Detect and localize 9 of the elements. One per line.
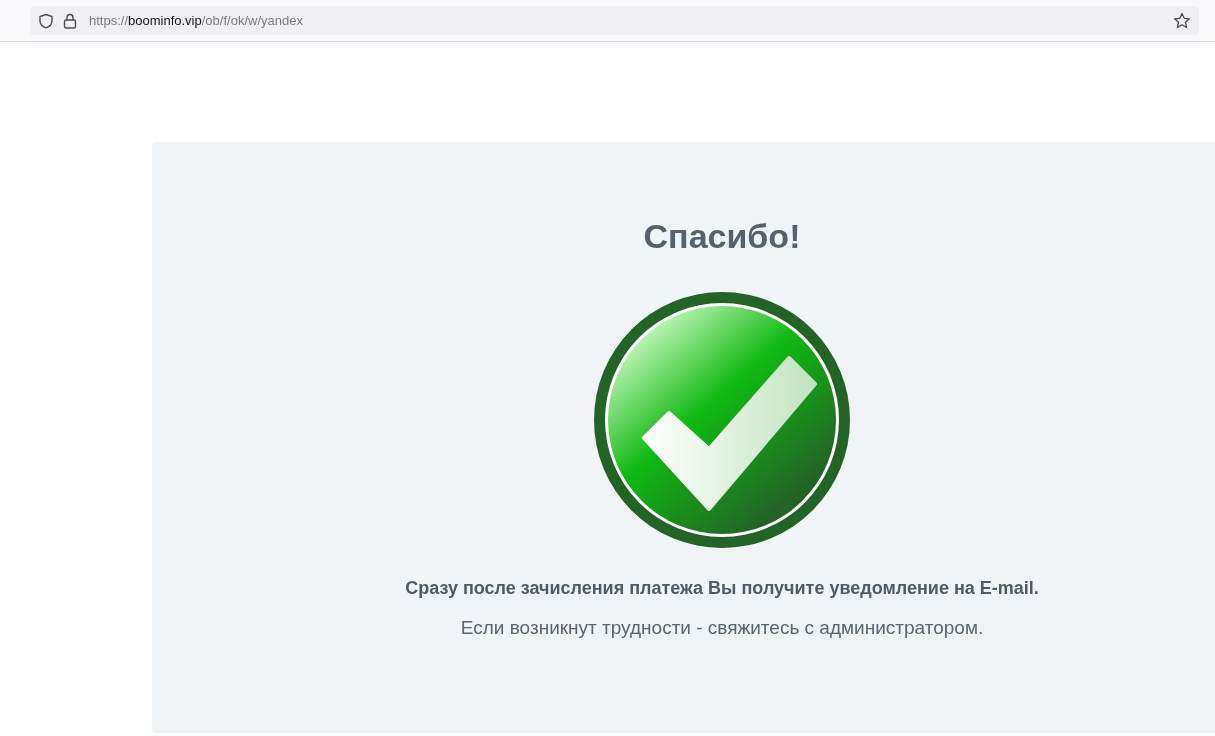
address-field[interactable]: https://boominfo.vip/ob/f/ok/w/yandex xyxy=(30,6,1199,35)
support-note: Если возникнут трудности - свяжитесь с администратором. xyxy=(460,617,984,639)
page-title: Спасибо! xyxy=(643,216,801,256)
url-text: https://boominfo.vip/ob/f/ok/w/yandex xyxy=(89,13,304,28)
star-icon[interactable] xyxy=(1173,11,1191,30)
shield-icon[interactable] xyxy=(38,12,54,29)
payment-message: Сразу после зачисления платежа Вы получите уведомление на E-mail. xyxy=(405,578,1039,599)
checkmark-icon xyxy=(594,292,850,548)
lock-icon[interactable] xyxy=(63,12,77,29)
